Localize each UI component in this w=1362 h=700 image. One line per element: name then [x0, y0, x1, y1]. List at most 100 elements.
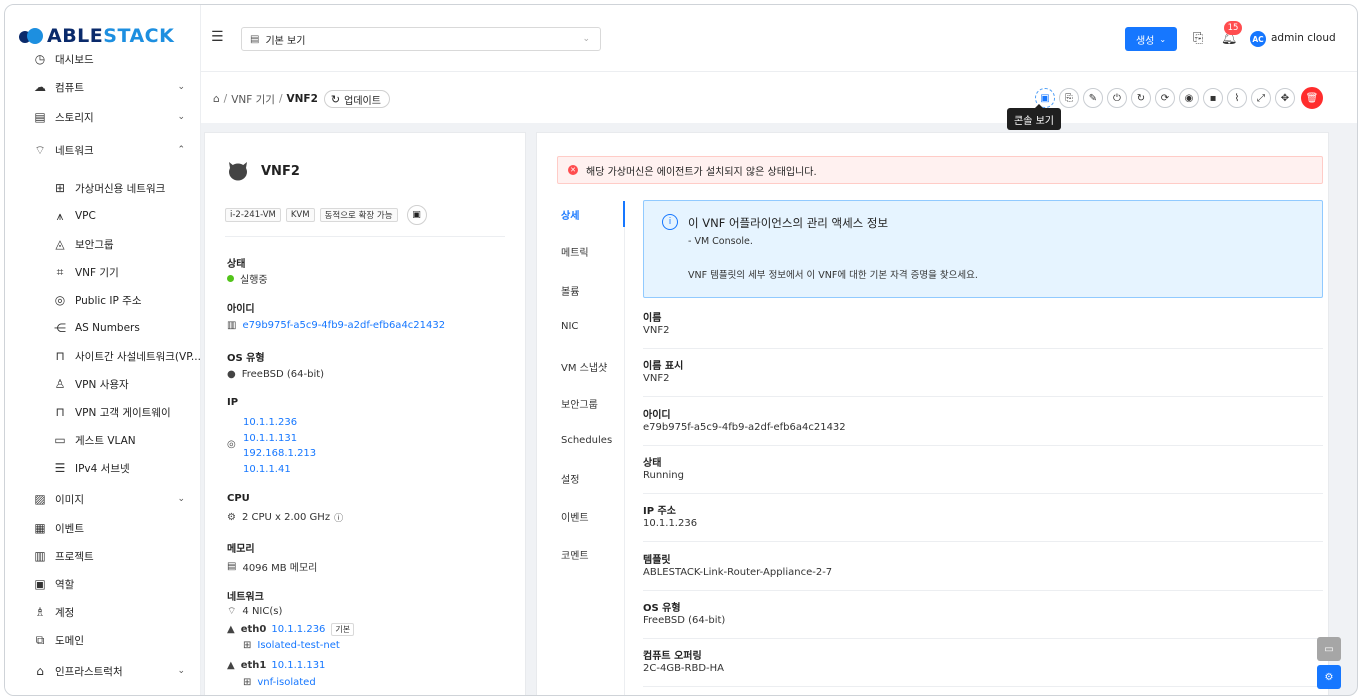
detail-tab[interactable]: 설정	[561, 471, 579, 486]
sidebar-item[interactable]: ▤ 스토리지 ⌄	[5, 103, 201, 131]
info-alert: i 이 VNF 어플라이언스의 관리 액세스 정보 - VM Console. …	[643, 200, 1323, 298]
nic-network-link[interactable]: vnf-isolated	[257, 677, 315, 688]
menu-fold-icon[interactable]: ☰	[211, 29, 224, 45]
state-label: 상태	[227, 259, 246, 270]
subnet-icon: ☰	[54, 461, 66, 475]
sidebar-item[interactable]: ⊓ 사이트간 사설네트워크(VP...	[5, 342, 201, 370]
block-icon: ⧉	[35, 632, 45, 647]
edit-icon[interactable]: ✎	[1083, 88, 1103, 108]
expand-icon[interactable]: ⤢	[1251, 88, 1271, 108]
cluster-icon: ⊞	[54, 181, 66, 195]
nic-ip[interactable]: 10.1.1.131	[271, 660, 325, 671]
sidebar-item[interactable]: ⋲ AS Numbers	[5, 314, 201, 342]
avatar[interactable]: AC	[1250, 31, 1266, 47]
detail-tab[interactable]: 메트릭	[561, 244, 589, 259]
nic-count: ⌔ 4 NIC(s)	[227, 605, 282, 618]
detail-row: 템플릿 ABLESTACK-Link-Router-Appliance-2-7	[643, 543, 1323, 591]
sidebar-item-label: 가상머신용 네트워크	[75, 182, 166, 195]
sidebar-item[interactable]: ▨ 이미지 ⌄	[5, 485, 201, 513]
ablestack-logo[interactable]: ABLESTACK	[19, 25, 174, 47]
state-text: 실행중	[240, 275, 268, 286]
detail-tab[interactable]: 이벤트	[561, 509, 589, 524]
detail-tab[interactable]: VM 스냅샷	[561, 359, 607, 374]
ip-address[interactable]: 10.1.1.131	[243, 431, 316, 447]
sync-icon[interactable]: ⟳	[1155, 88, 1175, 108]
drag-icon[interactable]: ✥	[1275, 88, 1295, 108]
detail-tab[interactable]: 볼륨	[561, 283, 579, 298]
delete-icon[interactable]: 🗑	[1301, 87, 1323, 109]
chevron-down-icon: ⌄	[1159, 34, 1167, 44]
detail-tab[interactable]: NIC	[561, 321, 578, 332]
sidebar-item[interactable]: ⌂ 인프라스트럭처 ⌄	[5, 657, 201, 685]
vm-id-link[interactable]: e79b975f-a5c9-4fb9-a2df-efb6a4c21432	[242, 320, 445, 331]
sidebar-item[interactable]: ▦ 이벤트	[5, 514, 201, 542]
power-icon[interactable]: ⏻	[1107, 88, 1127, 108]
user-name[interactable]: admin cloud	[1271, 32, 1336, 44]
sidebar-item[interactable]: ⌔ 네트워크 ⌃	[5, 136, 201, 164]
translate-icon[interactable]: ⎘	[1193, 31, 1203, 46]
ip-address[interactable]: 10.1.1.41	[243, 462, 316, 478]
sidebar-item[interactable]: ◬ 보안그룹	[5, 230, 201, 258]
tab-divider	[624, 201, 625, 695]
sidebar-item-label: 대시보드	[55, 53, 94, 66]
sidebar-item[interactable]: ⌗ VNF 기기	[5, 258, 201, 286]
reboot-icon[interactable]: ↻	[1131, 88, 1151, 108]
breadcrumb-parent[interactable]: VNF 기기	[231, 92, 275, 107]
detail-label: OS 유형	[643, 603, 681, 614]
detail-tab[interactable]: 상세	[561, 207, 579, 222]
sidebar-item[interactable]: ◷ 대시보드	[5, 45, 201, 73]
detail-tab[interactable]: 보안그룹	[561, 396, 598, 411]
picture-icon: ▨	[34, 492, 46, 506]
view-select[interactable]: ▤ 기본 보기 ⌄	[241, 27, 601, 51]
sidebar-item[interactable]: ♙ VPN 사용자	[5, 370, 201, 398]
scroll-top-icon[interactable]: ▭	[1317, 637, 1341, 661]
project-icon: ▥	[34, 549, 46, 563]
detail-tab[interactable]: Schedules	[561, 435, 612, 446]
view-icon: ▤	[250, 33, 260, 45]
nic-count-text: 4 NIC(s)	[242, 606, 283, 617]
paperclip-icon[interactable]: ⌇	[1227, 88, 1247, 108]
sidebar-item[interactable]: ▥ 프로젝트	[5, 542, 201, 570]
nic-network-link[interactable]: Isolated-test-net	[257, 640, 339, 651]
sidebar-item[interactable]: ⧉ 도메인	[5, 626, 201, 654]
detail-row: 아이디 e79b975f-a5c9-4fb9-a2df-efb6a4c21432	[643, 398, 1323, 446]
snapshot-icon[interactable]: ▪	[1203, 88, 1223, 108]
nic-ip[interactable]: 10.1.1.236	[271, 624, 325, 635]
console-icon[interactable]: ▣	[406, 205, 427, 225]
nic-network: ⊞ Isolated-test-net	[243, 640, 340, 651]
sidebar-item-label: 이벤트	[55, 522, 84, 535]
sidebar-item[interactable]: ▣ 역할	[5, 570, 201, 598]
partition-icon: ⋲	[54, 321, 66, 335]
copy-icon[interactable]: ⎘	[1059, 88, 1079, 108]
sidebar-item[interactable]: ⊞ 가상머신용 네트워크	[5, 174, 201, 202]
folder-icon: ▭	[54, 433, 66, 447]
sidebar-item-label: 사이트간 사설네트워크(VP...	[75, 350, 201, 363]
sidebar-item-label: 계정	[55, 606, 75, 619]
sidebar-item-label: VPN 고객 게이트웨이	[75, 406, 171, 419]
ip-address[interactable]: 192.168.1.213	[243, 446, 316, 462]
sidebar-item[interactable]: ▭ 게스트 VLAN	[5, 426, 201, 454]
sidebar-item[interactable]: ☁ 컴퓨트 ⌄	[5, 73, 201, 101]
detail-label: 컴퓨트 오퍼링	[643, 651, 702, 662]
detail-tab[interactable]: 코멘트	[561, 547, 589, 562]
os-text: FreeBSD (64-bit)	[241, 369, 325, 380]
info-title: 이 VNF 어플라이언스의 관리 액세스 정보	[688, 216, 889, 230]
deployment-icon: ⩚	[56, 208, 64, 223]
sidebar-item[interactable]: ⊓ VPN 고객 게이트웨이	[5, 398, 201, 426]
camera-icon[interactable]: ◉	[1179, 88, 1199, 108]
refresh-button[interactable]: ↻ 업데이트	[323, 90, 390, 108]
team-icon: ♗	[34, 605, 46, 619]
sidebar-item[interactable]: ◎ Public IP 주소	[5, 286, 201, 314]
sidebar-item[interactable]: ⩚ VPC	[5, 202, 201, 230]
create-button[interactable]: 생성 ⌄	[1125, 27, 1177, 51]
view-select-value: 기본 보기	[265, 35, 306, 47]
question-icon[interactable]: ⓘ	[334, 511, 343, 524]
ip-address[interactable]: 10.1.1.236	[243, 415, 316, 431]
sidebar-item[interactable]: ♗ 계정	[5, 598, 201, 626]
home-icon[interactable]: ⌂	[213, 93, 220, 105]
sidebar-item-label: 보안그룹	[75, 238, 114, 251]
setting-icon[interactable]: ⚙	[1317, 665, 1341, 689]
detail-value: VNF2	[643, 325, 670, 336]
sidebar-item[interactable]: ☰ IPv4 서브넷	[5, 454, 201, 482]
breadcrumb: ⌂ / VNF 기기 / VNF2 ↻ 업데이트	[213, 90, 390, 108]
